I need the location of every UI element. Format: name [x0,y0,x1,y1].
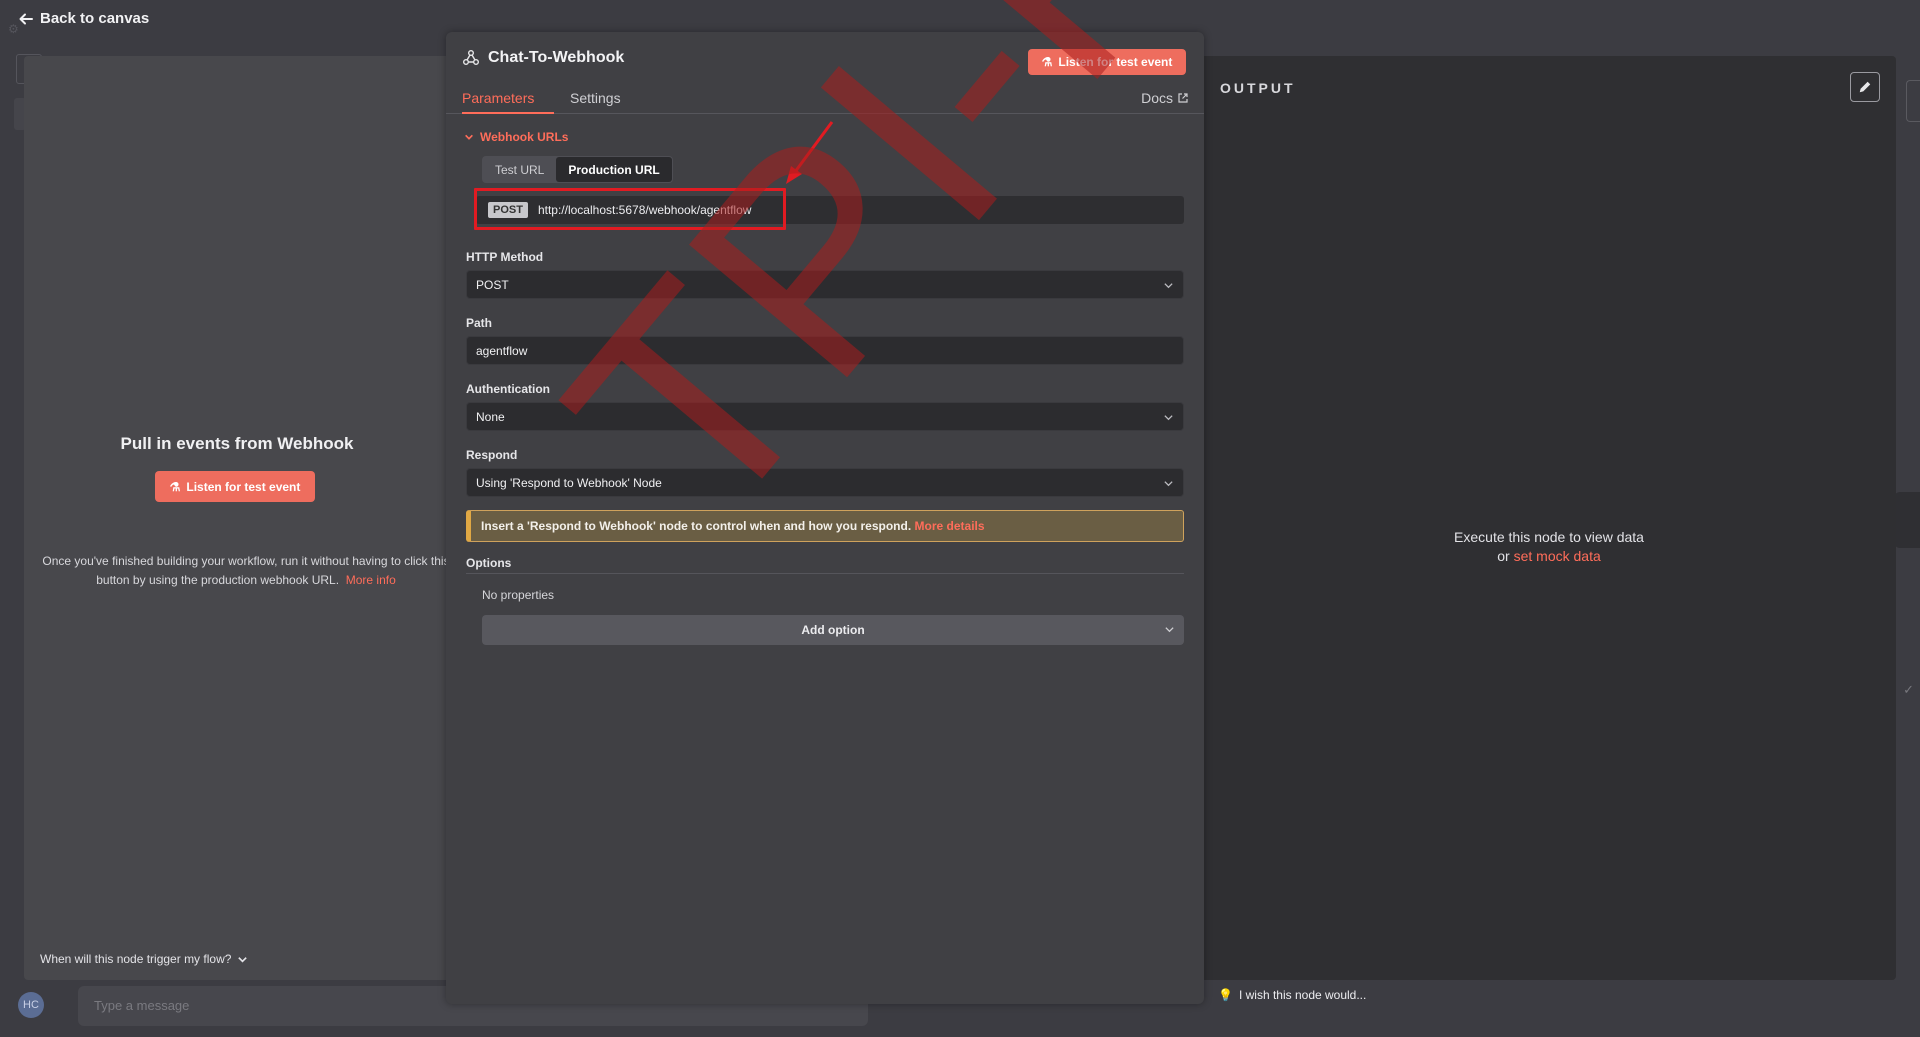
respond-value: Using 'Respond to Webhook' Node [476,476,662,490]
path-input[interactable]: agentflow [466,336,1184,365]
set-mock-data-link[interactable]: set mock data [1514,548,1601,564]
docs-link[interactable]: Docs [1141,90,1188,106]
flask-icon: ⚗ [1041,55,1053,69]
wish-label: I wish this node would... [1238,988,1367,1002]
node-tabs: Parameters Settings Docs [446,84,1204,114]
production-url-note: Once you've finished building your workf… [36,552,456,590]
add-option-label: Add option [801,623,865,637]
http-method-label: HTTP Method [466,250,544,264]
canvas-ghost-check-icon: ✓ [1903,682,1914,697]
edit-output-button[interactable] [1850,72,1880,102]
canvas-ghost-right-handle [1894,492,1920,548]
chevron-down-icon [238,956,248,963]
input-panel-title: Pull in events from Webhook [120,434,354,453]
pencil-icon [1859,81,1871,93]
output-label: OUTPUT [1220,80,1296,96]
path-value: agentflow [476,344,528,358]
respond-select[interactable]: Using 'Respond to Webhook' Node [466,468,1184,497]
docs-label: Docs [1141,90,1173,106]
options-label: Options [466,556,512,570]
listen-test-event-button[interactable]: ⚗ Listen for test event [155,471,315,502]
notice-text: Insert a 'Respond to Webhook' node to co… [481,519,912,533]
add-option-button[interactable]: Add option [482,615,1184,645]
respond-notice: Insert a 'Respond to Webhook' node to co… [466,510,1184,542]
webhook-url-text: http://localhost:5678/webhook/agentflow [537,203,752,217]
http-method-value: POST [476,278,509,292]
url-type-toggle: Test URL Production URL [482,156,673,183]
external-link-icon [1178,93,1188,103]
header-listen-label: Listen for test event [1058,55,1173,69]
test-url-option[interactable]: Test URL [483,157,556,182]
webhook-icon [463,50,479,65]
trigger-question-label: When will this node trigger my flow? [40,952,232,966]
arrow-left-icon [19,13,33,24]
webhook-urls-label: Webhook URLs [480,130,569,144]
webhook-urls-section-toggle[interactable]: Webhook URLs [464,130,568,144]
output-message-line: Execute this node to view data [1454,529,1644,545]
output-or-text: or [1497,548,1510,564]
wish-feedback-link[interactable]: 💡 I wish this node would... [1218,988,1366,1002]
chevron-down-icon [1165,627,1174,633]
chevron-down-icon [1164,283,1173,289]
path-label: Path [466,316,493,330]
respond-label: Respond [466,448,518,462]
tab-parameters[interactable]: Parameters [462,90,554,114]
chevron-down-icon [1164,481,1173,487]
no-properties-text: No properties [482,588,555,602]
chevron-down-icon [1164,415,1173,421]
back-label: Back to canvas [40,10,150,27]
tab-settings[interactable]: Settings [570,90,621,114]
user-avatar[interactable]: HC [18,992,44,1018]
flask-icon: ⚗ [169,479,181,494]
authentication-label: Authentication [466,382,550,396]
authentication-select[interactable]: None [466,402,1184,431]
annotation-arrow-icon [786,121,834,184]
lightbulb-icon: 💡 [1218,988,1233,1002]
node-title[interactable]: Chat-To-Webhook [488,49,624,67]
input-panel: Pull in events from Webhook ⚗ Listen for… [24,56,450,980]
http-method-select[interactable]: POST [466,270,1184,299]
node-settings-panel: Chat-To-Webhook ⚗ Listen for test event … [446,32,1204,1004]
more-info-link[interactable]: More info [346,573,396,587]
options-divider [466,573,1184,574]
node-header: Chat-To-Webhook [462,49,624,67]
trigger-question-toggle[interactable]: When will this node trigger my flow? [40,952,248,966]
chevron-down-icon [465,134,473,140]
authentication-value: None [476,410,505,424]
method-badge: POST [488,202,528,218]
canvas-ghost-right-button [1906,80,1920,122]
output-empty-message: Execute this node to view data or set mo… [1202,528,1896,566]
header-listen-test-event-button[interactable]: ⚗ Listen for test event [1028,49,1186,75]
webhook-url-display[interactable]: POST http://localhost:5678/webhook/agent… [476,196,1184,224]
more-details-link[interactable]: More details [915,519,985,533]
production-url-option[interactable]: Production URL [556,157,672,182]
listen-button-label: Listen for test event [186,479,301,494]
back-to-canvas-link[interactable]: Back to canvas [18,10,149,27]
output-panel: OUTPUT Execute this node to view data or… [1202,56,1896,980]
